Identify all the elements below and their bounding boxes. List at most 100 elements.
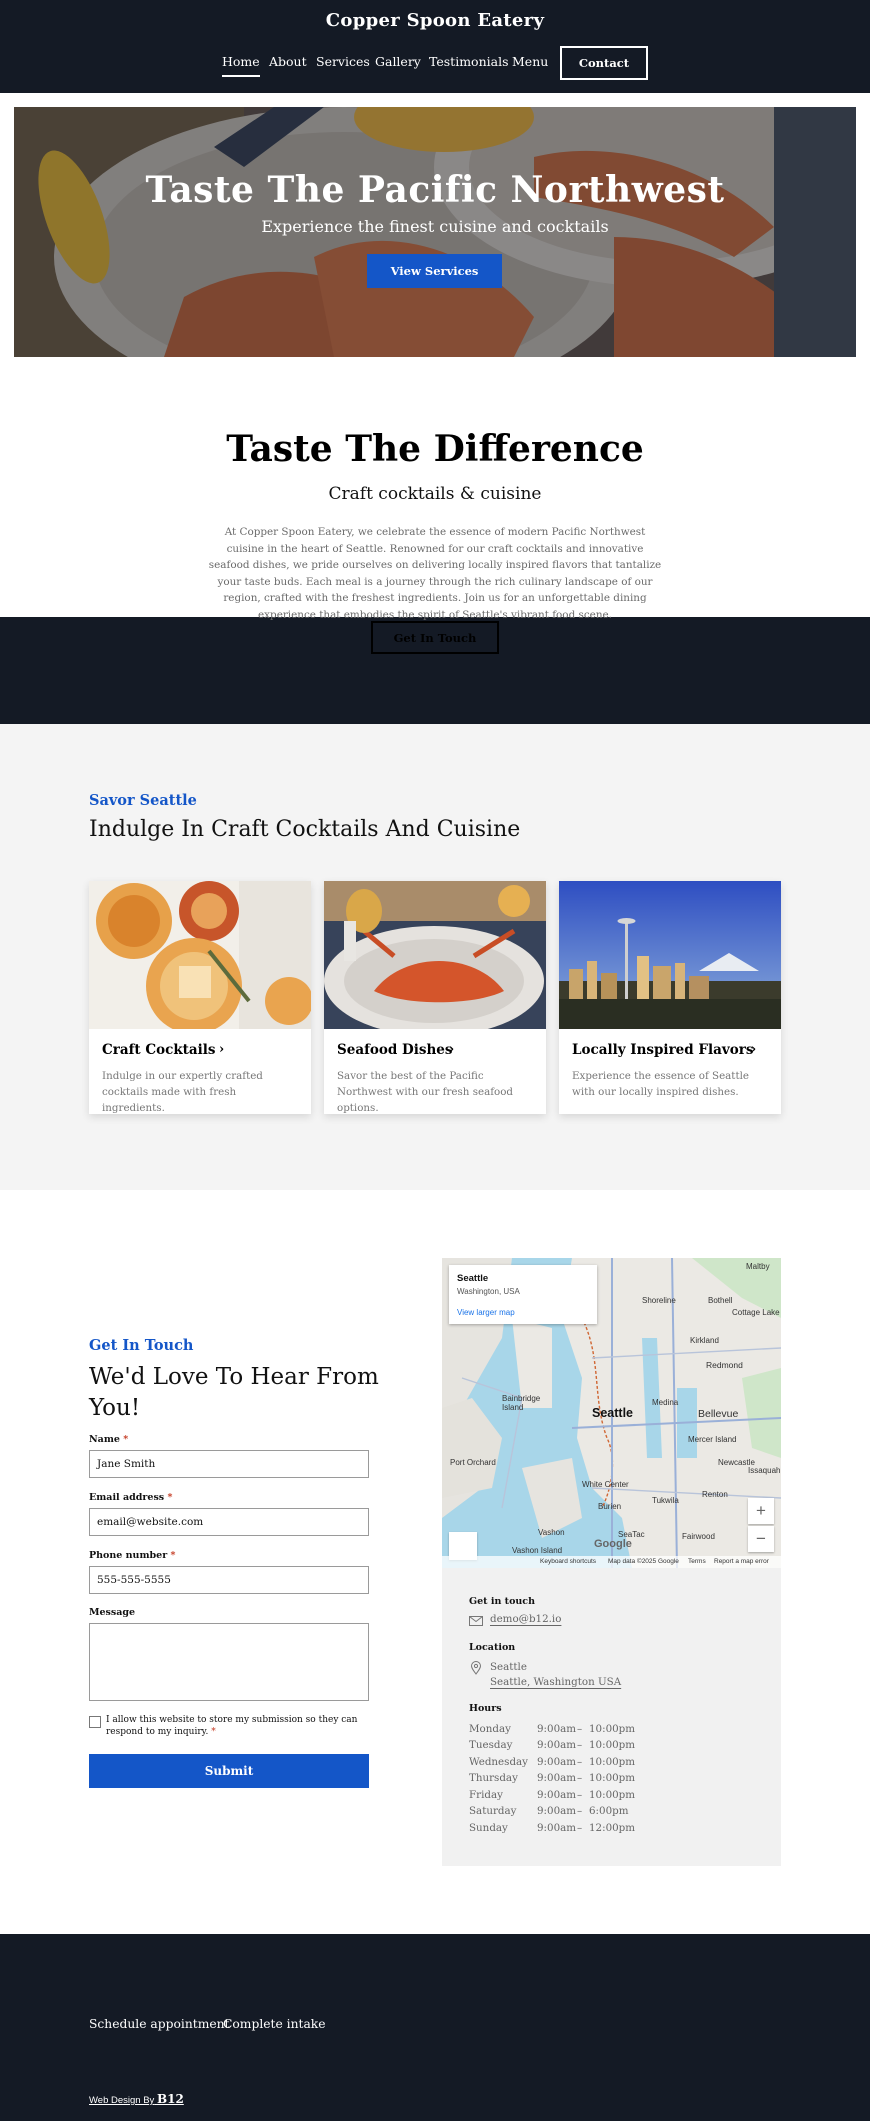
nav-about[interactable]: About	[269, 54, 307, 69]
map-label: Fairwood	[682, 1532, 715, 1541]
card-title-local: Locally Inspired Flavors	[572, 1042, 754, 1058]
map-label: Tukwila	[652, 1496, 679, 1505]
hero-banner: Taste The Pacific Northwest Experience t…	[14, 107, 856, 357]
map-label: Bothell	[708, 1296, 733, 1305]
chevron-right-icon: ›	[751, 1042, 757, 1057]
intro-title: Taste The Difference	[226, 428, 644, 470]
map-label: Seattle	[592, 1406, 633, 1420]
hero-title: Taste The Pacific Northwest	[145, 169, 725, 211]
brand-name[interactable]: Copper Spoon Eatery	[0, 10, 870, 31]
map-label: Mercer Island	[688, 1435, 737, 1444]
map-place-name: Seattle	[457, 1273, 489, 1284]
get-in-touch-heading: Get in touch	[469, 1596, 535, 1607]
map-attribution: Keyboard shortcuts Map data ©2025 Google…	[442, 1556, 781, 1568]
service-card-seafood[interactable]: Seafood Dishes › Savor the best of the P…	[324, 881, 546, 1114]
card-text-cocktails: Indulge in our expertly crafted cocktail…	[102, 1070, 263, 1114]
seafood-image	[324, 881, 546, 1029]
phone-field[interactable]: 555-555-5555	[89, 1566, 369, 1594]
map-label: Burien	[598, 1502, 622, 1511]
map-label: Cottage Lake	[732, 1308, 780, 1317]
google-logo: Google	[594, 1538, 632, 1550]
hours-row: Tuesday 9:00am –10:00pm	[469, 1739, 636, 1751]
message-label: Message	[89, 1607, 136, 1618]
email-label: Email address *	[89, 1492, 173, 1503]
envelope-icon	[469, 1616, 483, 1626]
hours-row: Saturday 9:00am –6:00pm	[469, 1805, 629, 1817]
map-label: White Center	[582, 1480, 629, 1489]
map-label: Renton	[702, 1490, 728, 1499]
chevron-right-icon: ›	[449, 1042, 455, 1057]
map-label: Bellevue	[698, 1408, 739, 1420]
contact-button[interactable]: Contact	[560, 46, 648, 80]
intro-subtitle: Craft cocktails & cuisine	[328, 484, 542, 504]
map-label: Redmond	[706, 1360, 743, 1370]
email-link[interactable]: demo@b12.io	[490, 1613, 561, 1625]
map-label: Issaquah	[748, 1466, 781, 1475]
map-place-region: Washington, USA	[457, 1287, 520, 1296]
contact-info-panel: Get in touch demo@b12.io Location Seattl…	[442, 1568, 781, 1866]
report-map-error-link[interactable]: Report a map error	[714, 1558, 769, 1565]
hours-row: Wednesday 9:00am –10:00pm	[469, 1756, 636, 1768]
nav-testimonials[interactable]: Testimonials	[429, 54, 509, 69]
email-field[interactable]: email@website.com	[89, 1508, 369, 1536]
location-heading: Location	[469, 1642, 516, 1653]
hours-row: Friday 9:00am –10:00pm	[469, 1789, 636, 1801]
phone-label: Phone number *	[89, 1550, 176, 1561]
terms-link[interactable]: Terms	[688, 1558, 706, 1565]
main-nav: Home About Services Gallery Testimonials…	[0, 46, 870, 80]
get-in-touch-button[interactable]: Get In Touch	[371, 621, 499, 654]
services-eyebrow: Savor Seattle	[89, 792, 197, 809]
hours-row: Sunday 9:00am –12:00pm	[469, 1822, 636, 1834]
chevron-right-icon: ›	[219, 1042, 225, 1057]
location-pin-icon	[471, 1661, 481, 1675]
nav-gallery[interactable]: Gallery	[375, 54, 421, 69]
service-card-cocktails[interactable]: Craft Cocktails › Indulge in our expertl…	[89, 881, 311, 1114]
map-label: Shoreline	[642, 1296, 676, 1305]
map-label: Port Orchard	[450, 1458, 496, 1467]
site-footer: Schedule appointment Complete intake Web…	[0, 1934, 870, 2121]
hours-heading: Hours	[469, 1703, 502, 1714]
map-zoom-in-button[interactable]: +	[748, 1498, 774, 1524]
map-label: Kirkland	[690, 1336, 719, 1345]
cocktails-image	[89, 881, 311, 1029]
intro-body: At Copper Spoon Eatery, we celebrate the…	[208, 526, 662, 621]
nav-services[interactable]: Services	[316, 54, 370, 69]
service-card-local[interactable]: Locally Inspired Flavors › Experience th…	[559, 881, 781, 1114]
card-text-local: Experience the essence of Seattle with o…	[572, 1070, 749, 1098]
location-line-2[interactable]: Seattle, Washington USA	[490, 1676, 621, 1688]
submit-button[interactable]: Submit	[89, 1754, 369, 1788]
view-services-button[interactable]: View Services	[367, 254, 502, 288]
card-title-cocktails: Craft Cocktails	[102, 1042, 216, 1058]
map-place-card: Seattle Washington, USA View larger map	[449, 1265, 597, 1324]
name-field[interactable]: Jane Smith	[89, 1450, 369, 1478]
map-label: Vashon	[538, 1528, 565, 1537]
card-text-seafood: Savor the best of the Pacific Northwest …	[337, 1070, 514, 1114]
nav-home[interactable]: Home	[222, 54, 260, 77]
name-label: Name *	[89, 1434, 129, 1445]
map-zoom-out-button[interactable]: −	[748, 1526, 774, 1552]
hours-row: Thursday 9:00am –10:00pm	[469, 1772, 636, 1784]
map-data-text: Map data ©2025 Google	[608, 1558, 679, 1565]
complete-intake-link[interactable]: Complete intake	[223, 2017, 326, 2031]
hero-subtitle: Experience the finest cuisine and cockta…	[261, 217, 609, 236]
keyboard-shortcuts-link[interactable]: Keyboard shortcuts	[540, 1558, 596, 1565]
map-label: Bainbridge Island	[502, 1394, 541, 1412]
contact-title: We'd Love To Hear From You!	[89, 1364, 379, 1421]
card-title-seafood: Seafood Dishes	[337, 1042, 453, 1058]
view-larger-map-link[interactable]: View larger map	[457, 1308, 515, 1317]
map-embed[interactable]: Seattle Washington, USA View larger map …	[442, 1258, 781, 1568]
site-header: Copper Spoon Eatery Home About Services …	[0, 0, 870, 93]
web-design-credit-link[interactable]: Web Design By B12	[89, 2092, 184, 2106]
hours-row: Monday 9:00am –10:00pm	[469, 1723, 636, 1735]
location-line-1: Seattle	[490, 1661, 527, 1673]
schedule-appointment-link[interactable]: Schedule appointment	[89, 2017, 230, 2031]
map-label: Maltby	[746, 1262, 770, 1271]
services-section: Savor Seattle Indulge In Craft Cocktails…	[0, 724, 870, 1190]
contact-eyebrow: Get In Touch	[89, 1337, 194, 1354]
seattle-skyline-image	[559, 881, 781, 1029]
map-label: Medina	[652, 1398, 679, 1407]
message-textarea[interactable]	[89, 1623, 369, 1701]
map-label: Vashon Island	[512, 1546, 563, 1555]
nav-menu[interactable]: Menu	[512, 54, 548, 69]
consent-checkbox[interactable]	[89, 1716, 101, 1728]
